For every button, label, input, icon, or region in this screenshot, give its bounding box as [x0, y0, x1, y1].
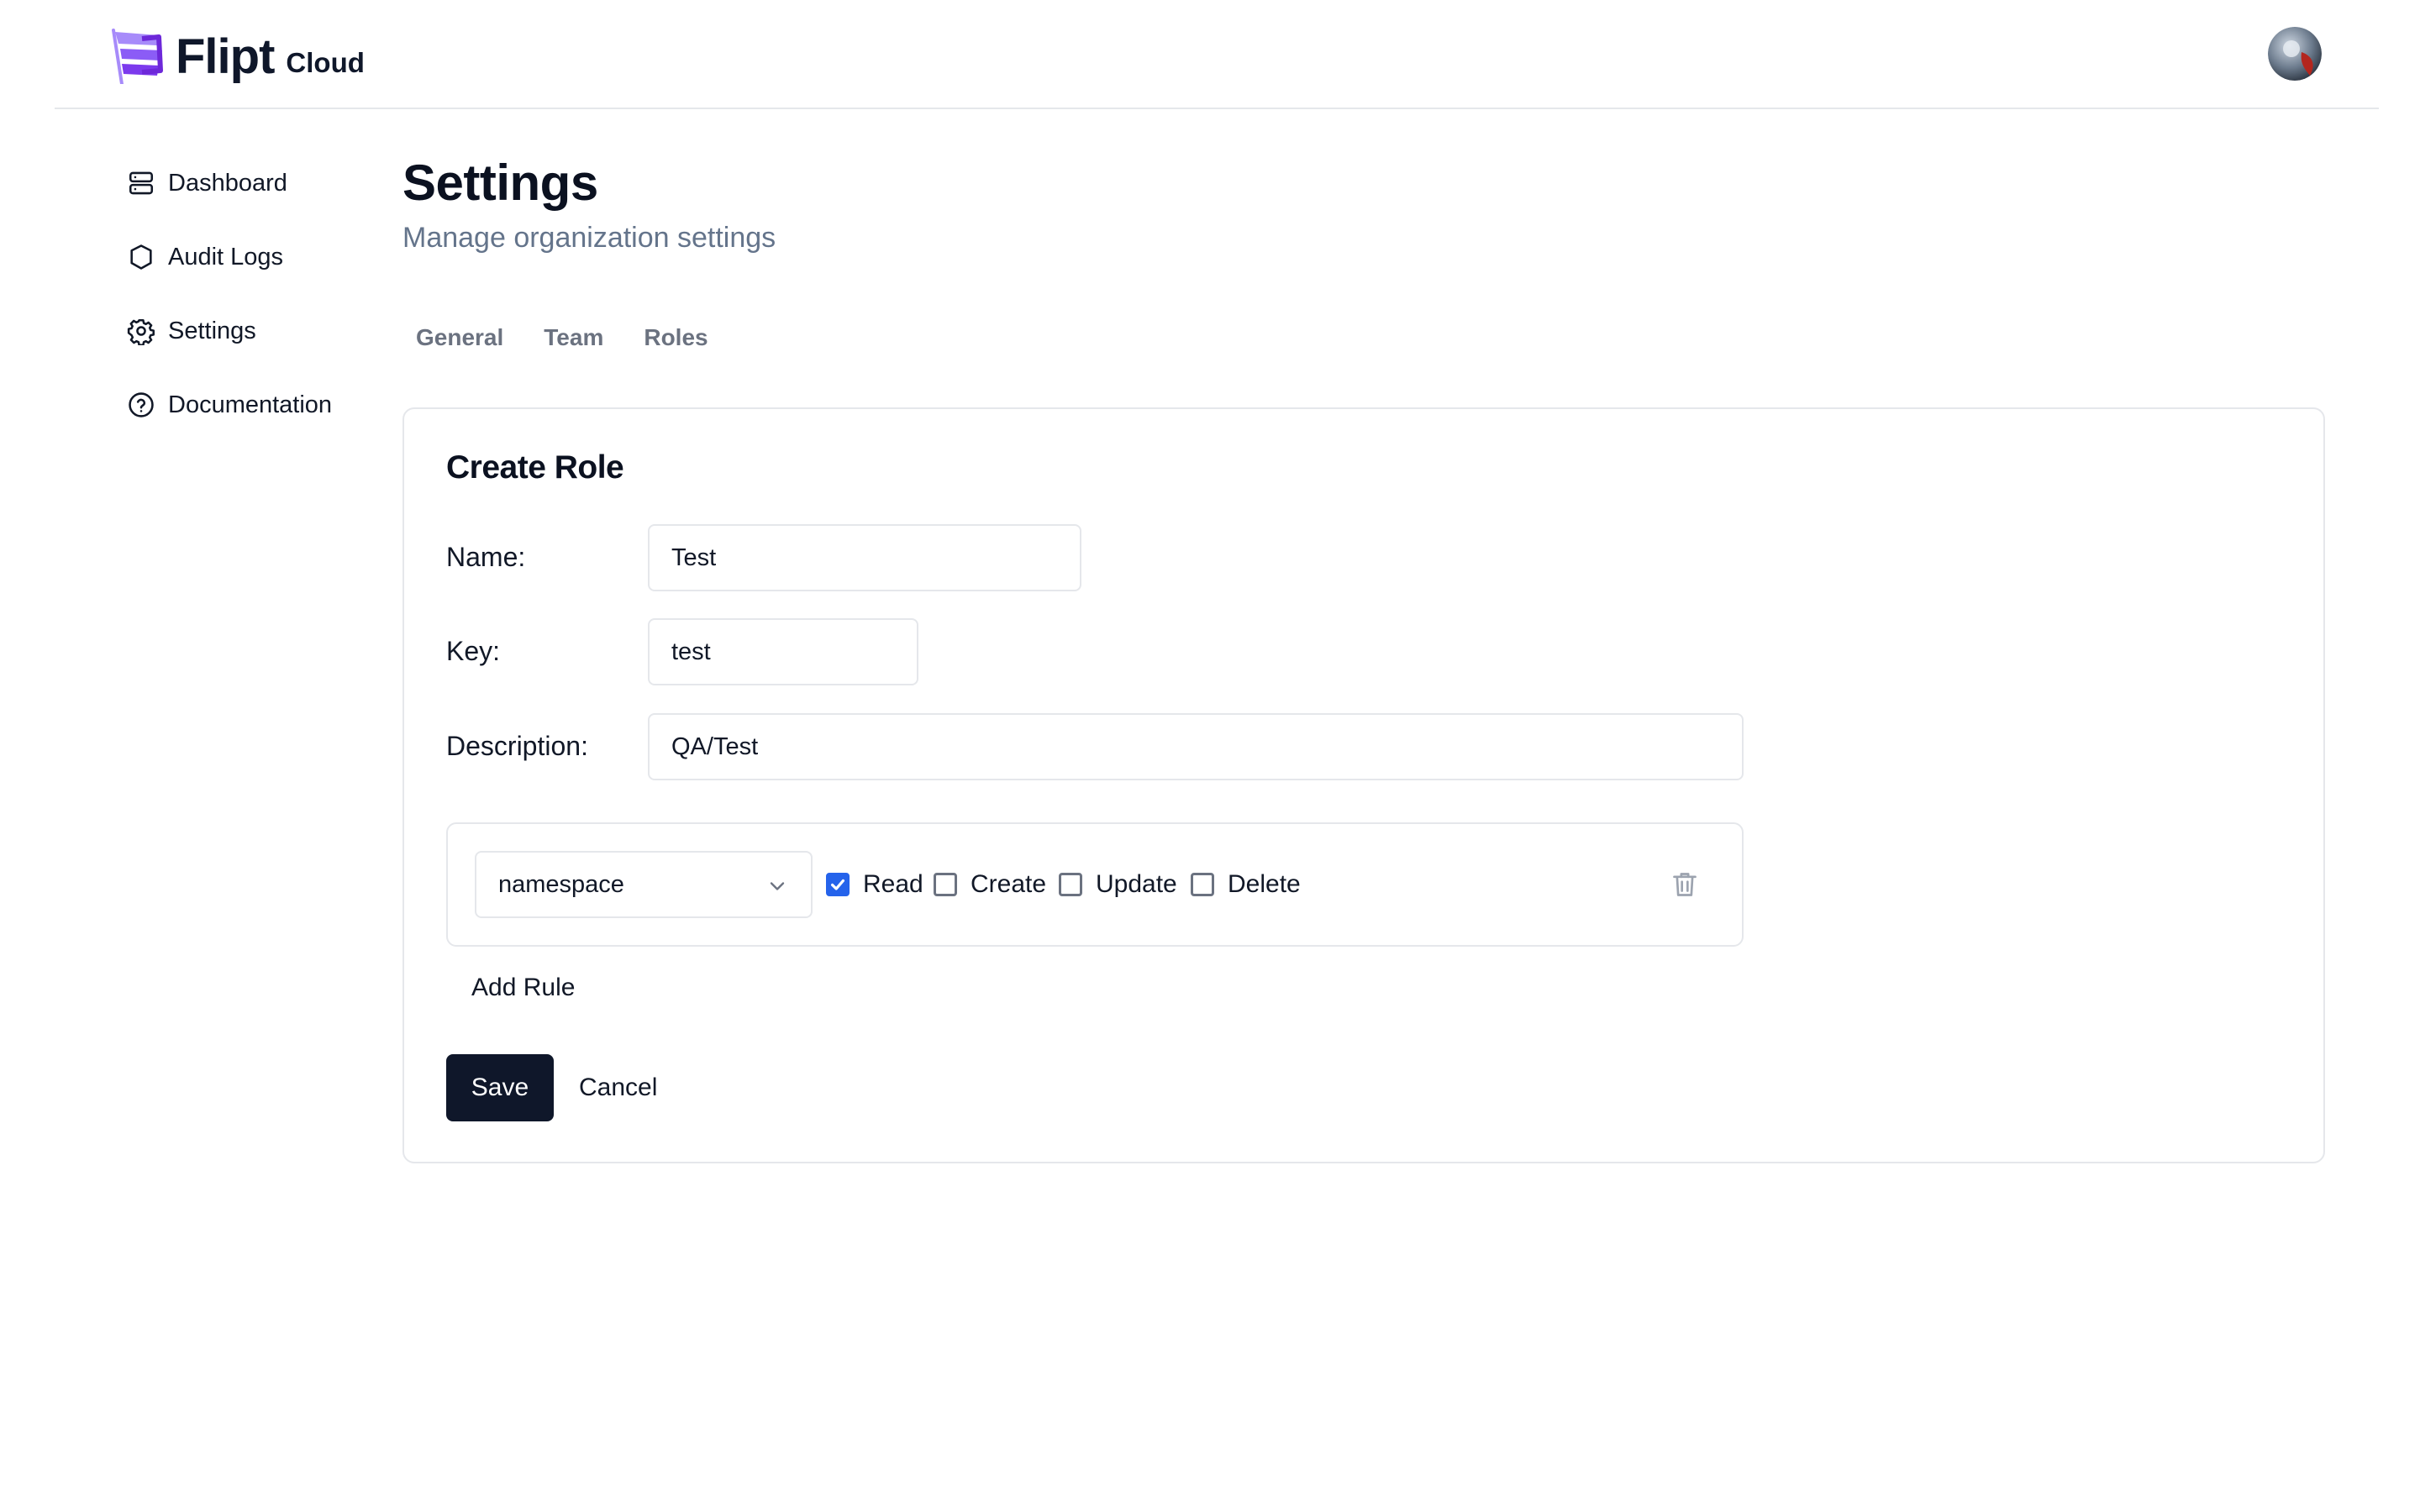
resource-select[interactable]: namespace — [475, 851, 813, 918]
cancel-button[interactable]: Cancel — [579, 1054, 657, 1121]
sidebar-nav: Dashboard Audit Logs Settings Documentat… — [126, 160, 378, 455]
resource-select-value: namespace — [498, 870, 624, 898]
tab-roles[interactable]: Roles — [630, 319, 721, 356]
trash-icon[interactable] — [1668, 868, 1702, 901]
tab-team[interactable]: Team — [530, 319, 617, 356]
avatar-image-icon — [2268, 27, 2322, 81]
delete-label: Delete — [1228, 870, 1301, 898]
user-avatar[interactable] — [2268, 27, 2322, 81]
settings-tabs: General Team Roles — [402, 319, 735, 356]
permission-update[interactable]: Update — [1059, 824, 1177, 945]
rule-row: namespace Read Create Update Delete — [446, 822, 1744, 947]
page-subtitle: Manage organization settings — [402, 222, 776, 254]
chevron-down-icon — [770, 882, 785, 890]
page-heading: Settings Manage organization settings — [402, 151, 776, 255]
key-input[interactable] — [648, 618, 918, 685]
save-button[interactable]: Save — [446, 1054, 554, 1121]
gear-icon — [126, 316, 156, 346]
description-input[interactable] — [648, 713, 1744, 780]
sidebar-item-label: Settings — [168, 317, 256, 344]
sidebar-item-dashboard[interactable]: Dashboard — [126, 160, 378, 207]
card-title: Create Role — [446, 449, 624, 486]
update-label: Update — [1096, 870, 1177, 898]
shield-icon — [126, 242, 156, 272]
create-role-card: Create Role Name: Key: Description: name… — [402, 407, 2325, 1163]
sidebar-item-documentation[interactable]: Documentation — [126, 381, 378, 428]
logo-text: Flipt — [176, 29, 275, 84]
top-header: Flipt Cloud — [55, 0, 2379, 109]
page-title: Settings — [402, 155, 598, 211]
logo-suffix: Cloud — [286, 47, 365, 78]
server-stack-icon — [126, 168, 156, 198]
update-checkbox[interactable] — [1059, 873, 1082, 896]
check-icon — [830, 879, 845, 890]
sidebar-item-audit-logs[interactable]: Audit Logs — [126, 234, 378, 281]
sidebar-item-label: Documentation — [168, 391, 333, 418]
permission-read[interactable]: Read — [826, 824, 923, 945]
flipt-logo[interactable]: Flipt Cloud — [108, 24, 365, 84]
create-checkbox[interactable] — [934, 873, 957, 896]
read-label: Read — [863, 870, 923, 898]
help-circle-icon — [126, 390, 156, 420]
sidebar-item-label: Dashboard — [168, 169, 287, 197]
key-label: Key: — [446, 636, 501, 666]
create-label: Create — [971, 870, 1047, 898]
name-input[interactable] — [648, 524, 1081, 591]
read-checkbox[interactable] — [826, 873, 850, 896]
description-label: Description: — [446, 731, 588, 761]
delete-checkbox[interactable] — [1191, 873, 1214, 896]
name-label: Name: — [446, 542, 526, 572]
add-rule-button[interactable]: Add Rule — [471, 974, 575, 1002]
sidebar-item-label: Audit Logs — [168, 243, 284, 270]
sidebar-item-settings[interactable]: Settings — [126, 307, 378, 354]
permission-create[interactable]: Create — [934, 824, 1046, 945]
flag-logo-icon — [112, 29, 163, 84]
permission-delete[interactable]: Delete — [1191, 824, 1301, 945]
tab-general[interactable]: General — [402, 319, 517, 356]
